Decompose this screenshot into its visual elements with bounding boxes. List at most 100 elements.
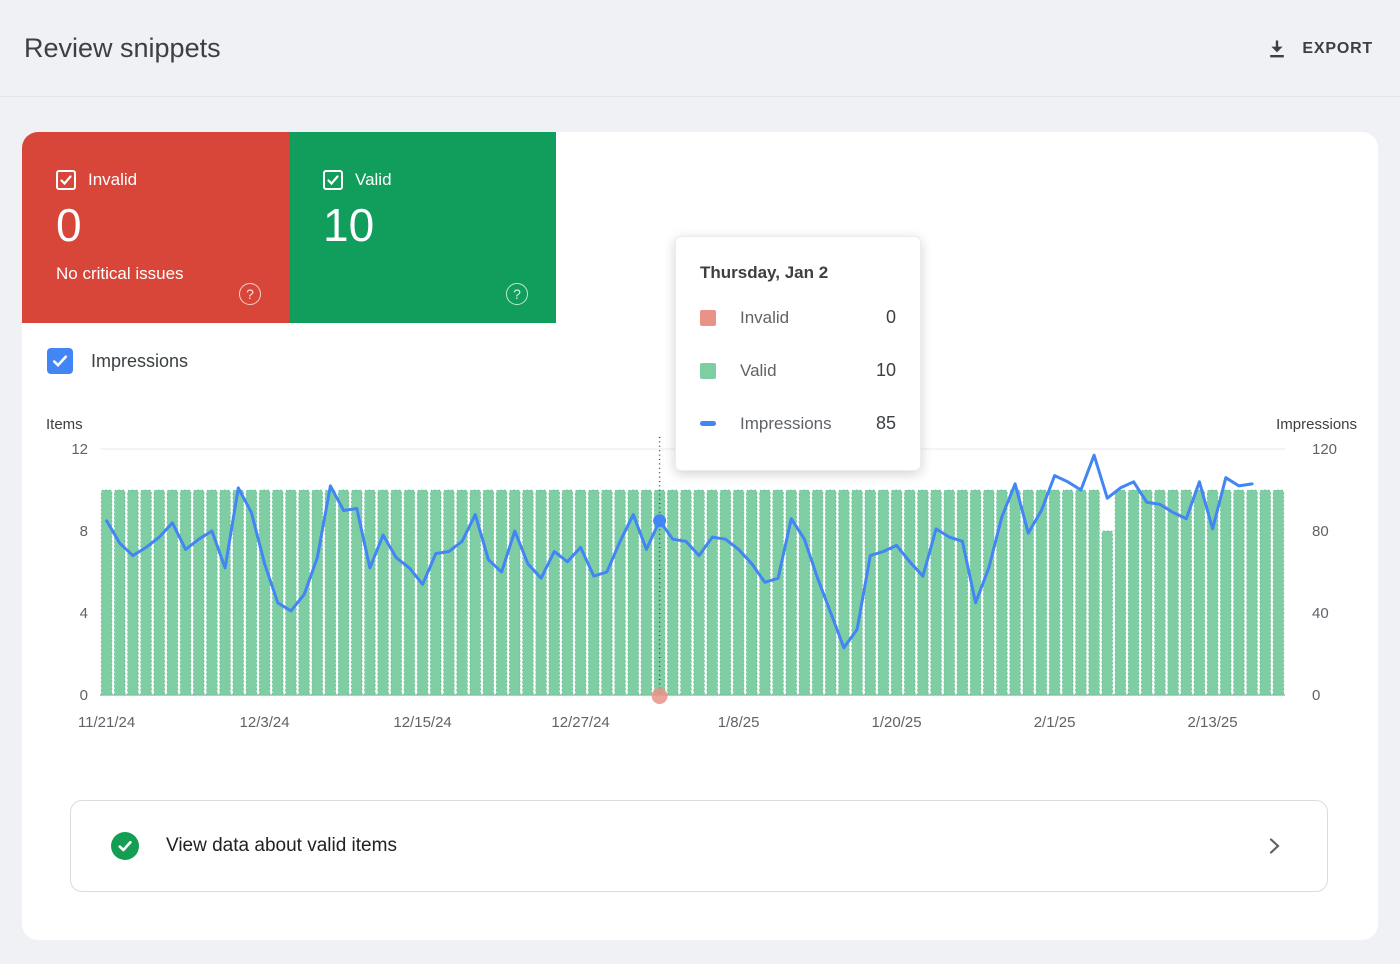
- valid-help-icon[interactable]: ?: [506, 283, 528, 305]
- valid-bar[interactable]: [944, 490, 955, 695]
- valid-bar[interactable]: [391, 490, 402, 695]
- hover-point-invalid: [652, 688, 668, 704]
- valid-bar[interactable]: [430, 490, 441, 695]
- valid-bar[interactable]: [1168, 490, 1179, 695]
- x-axis-label: 1/8/25: [718, 714, 760, 731]
- valid-bar[interactable]: [983, 490, 994, 695]
- valid-bar[interactable]: [312, 490, 323, 695]
- valid-bar[interactable]: [207, 490, 218, 695]
- impressions-checkbox[interactable]: [47, 348, 73, 374]
- valid-bar[interactable]: [588, 490, 599, 695]
- valid-bar[interactable]: [773, 490, 784, 695]
- valid-bar[interactable]: [483, 490, 494, 695]
- valid-bar[interactable]: [681, 490, 692, 695]
- valid-swatch-icon: [700, 363, 716, 379]
- valid-bar[interactable]: [931, 490, 942, 695]
- valid-bar[interactable]: [852, 490, 863, 695]
- invalid-checkbox[interactable]: [56, 170, 76, 190]
- valid-bar[interactable]: [1247, 490, 1258, 695]
- impressions-toggle[interactable]: Impressions: [47, 348, 188, 374]
- valid-bar[interactable]: [457, 490, 468, 695]
- valid-bar[interactable]: [338, 490, 349, 695]
- x-axis-label: 12/15/24: [393, 714, 451, 731]
- valid-status-card[interactable]: Valid 10 ?: [289, 132, 556, 323]
- valid-bar[interactable]: [220, 490, 231, 695]
- tooltip-row-valid: Valid 10: [700, 344, 896, 397]
- valid-bar[interactable]: [1260, 490, 1271, 695]
- tooltip-row-invalid: Invalid 0: [700, 291, 896, 344]
- valid-bar[interactable]: [602, 490, 613, 695]
- valid-bar[interactable]: [549, 490, 560, 695]
- valid-bar[interactable]: [1234, 490, 1245, 695]
- valid-bar[interactable]: [167, 490, 178, 695]
- invalid-help-icon[interactable]: ?: [239, 283, 261, 305]
- valid-bar[interactable]: [891, 490, 902, 695]
- valid-bar[interactable]: [246, 490, 257, 695]
- valid-bar[interactable]: [154, 490, 165, 695]
- valid-bar[interactable]: [444, 490, 455, 695]
- valid-bar[interactable]: [904, 490, 915, 695]
- valid-bar[interactable]: [1089, 490, 1100, 695]
- valid-bar[interactable]: [378, 490, 389, 695]
- valid-bar[interactable]: [1010, 490, 1021, 695]
- valid-bar[interactable]: [667, 490, 678, 695]
- valid-bar[interactable]: [760, 490, 771, 695]
- right-axis-tick-label: 40: [1312, 605, 1329, 622]
- valid-bar[interactable]: [957, 490, 968, 695]
- valid-bar[interactable]: [365, 490, 376, 695]
- valid-bar[interactable]: [509, 490, 520, 695]
- invalid-status-card[interactable]: Invalid 0 No critical issues ?: [22, 132, 289, 323]
- valid-checkbox[interactable]: [323, 170, 343, 190]
- valid-bar[interactable]: [180, 490, 191, 695]
- valid-bar[interactable]: [1036, 490, 1047, 695]
- valid-bar[interactable]: [1128, 490, 1139, 695]
- valid-card-label: Valid: [355, 170, 392, 190]
- valid-bar[interactable]: [496, 490, 507, 695]
- valid-bar[interactable]: [404, 490, 415, 695]
- valid-bar[interactable]: [707, 490, 718, 695]
- valid-bar[interactable]: [1076, 490, 1087, 695]
- export-label: EXPORT: [1302, 40, 1373, 58]
- valid-bar[interactable]: [523, 490, 534, 695]
- download-icon: [1266, 38, 1288, 60]
- valid-bar[interactable]: [918, 490, 929, 695]
- valid-bar[interactable]: [562, 490, 573, 695]
- valid-bar[interactable]: [746, 490, 757, 695]
- valid-bar[interactable]: [615, 490, 626, 695]
- valid-bar[interactable]: [1273, 490, 1284, 695]
- valid-bar[interactable]: [1062, 490, 1073, 695]
- left-axis-tick-label: 8: [80, 523, 88, 540]
- valid-bar[interactable]: [878, 490, 889, 695]
- valid-bar[interactable]: [720, 490, 731, 695]
- valid-bar[interactable]: [799, 490, 810, 695]
- view-valid-items-link[interactable]: View data about valid items: [70, 800, 1328, 892]
- valid-bar[interactable]: [233, 490, 244, 695]
- valid-bar[interactable]: [575, 490, 586, 695]
- valid-bar[interactable]: [694, 490, 705, 695]
- valid-bar[interactable]: [325, 490, 336, 695]
- hover-point-impressions: [653, 514, 666, 527]
- valid-bar[interactable]: [641, 490, 652, 695]
- valid-bar[interactable]: [1102, 531, 1113, 695]
- valid-bar[interactable]: [259, 490, 270, 695]
- valid-bar[interactable]: [114, 490, 125, 695]
- valid-bar[interactable]: [733, 490, 744, 695]
- valid-bar[interactable]: [536, 490, 547, 695]
- valid-bar[interactable]: [1181, 490, 1192, 695]
- export-button[interactable]: EXPORT: [1266, 30, 1373, 68]
- valid-bar[interactable]: [825, 490, 836, 695]
- valid-bar[interactable]: [1194, 490, 1205, 695]
- valid-bar[interactable]: [839, 490, 850, 695]
- valid-bar[interactable]: [128, 490, 139, 695]
- valid-bar[interactable]: [1141, 490, 1152, 695]
- valid-bar[interactable]: [417, 490, 428, 695]
- valid-bar[interactable]: [1155, 490, 1166, 695]
- valid-bar[interactable]: [286, 490, 297, 695]
- valid-bar[interactable]: [1115, 490, 1126, 695]
- valid-bar[interactable]: [1220, 490, 1231, 695]
- valid-bar[interactable]: [865, 490, 876, 695]
- valid-bar[interactable]: [1049, 490, 1060, 695]
- valid-bar[interactable]: [141, 490, 152, 695]
- valid-bar[interactable]: [812, 490, 823, 695]
- valid-bar[interactable]: [193, 490, 204, 695]
